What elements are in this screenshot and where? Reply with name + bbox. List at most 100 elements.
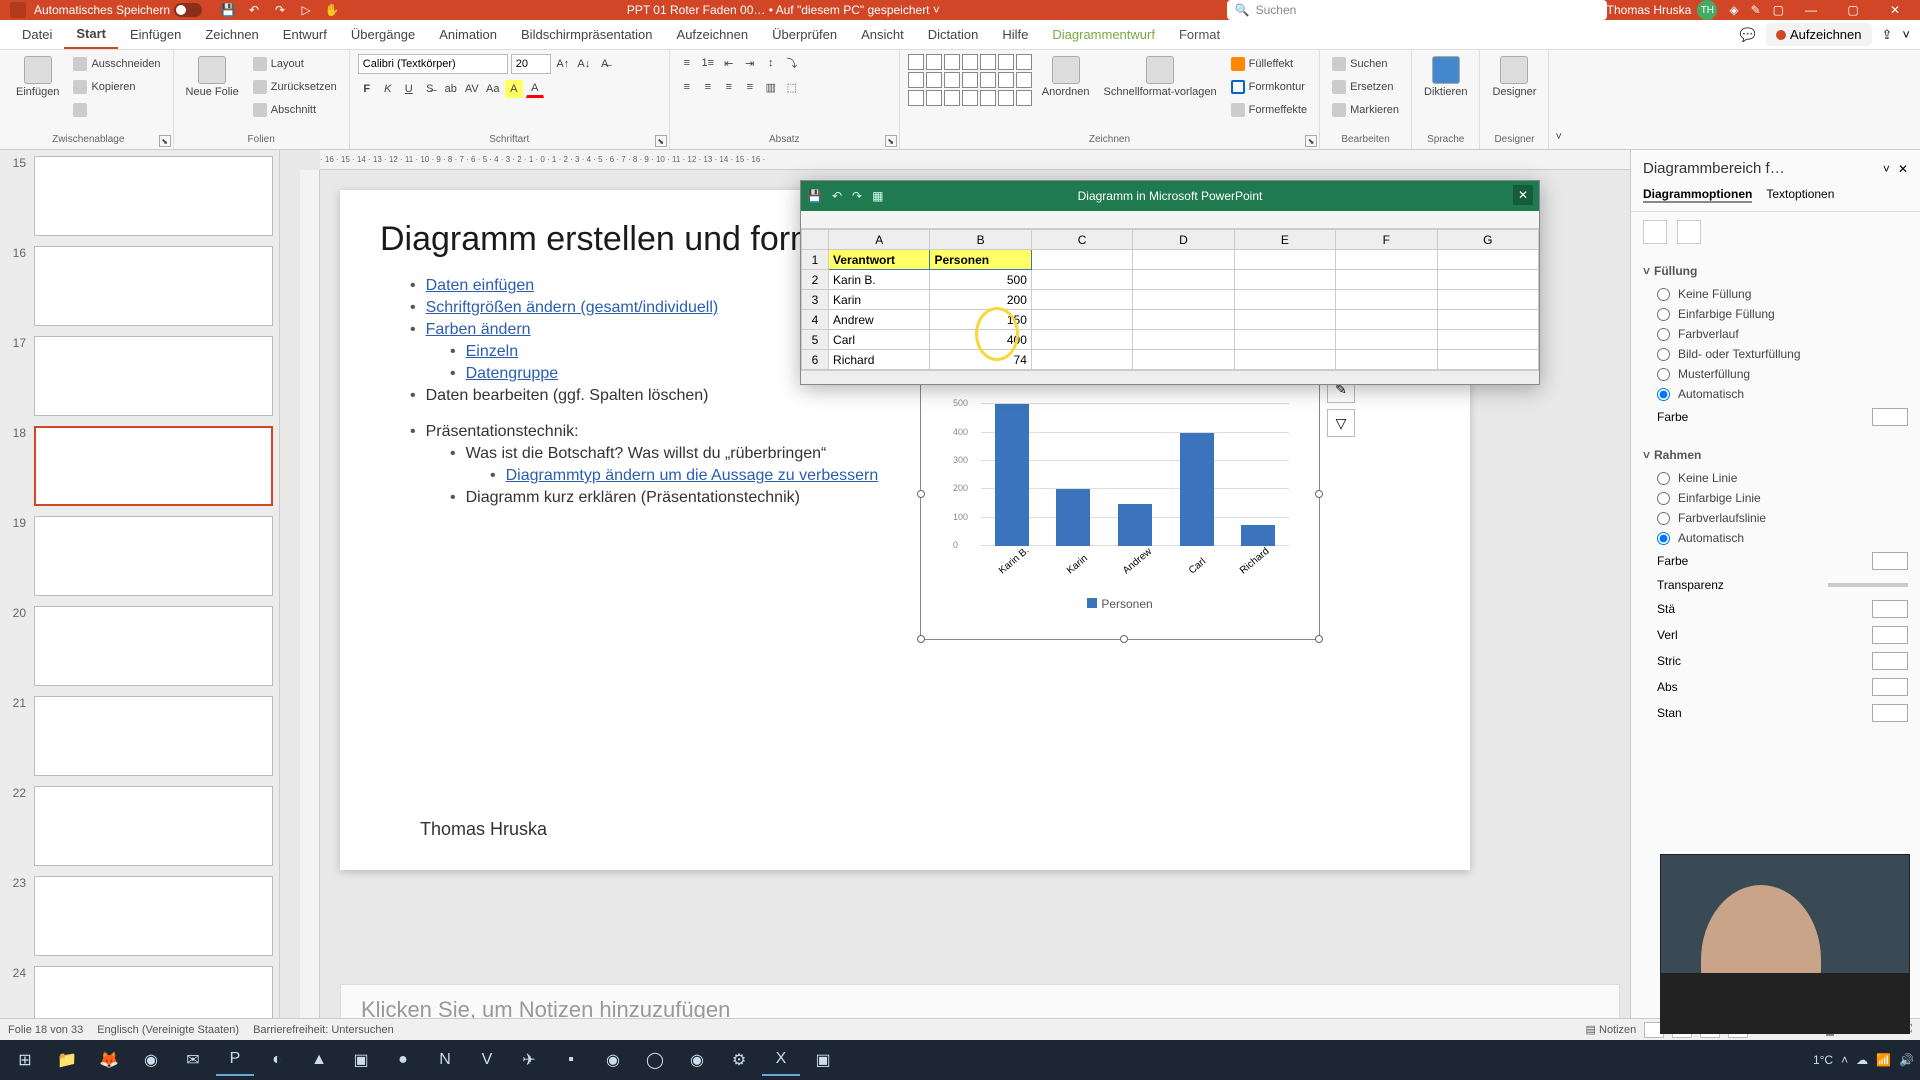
tab-animation[interactable]: Animation [427,21,509,48]
dialog-launcher[interactable]: ⬊ [1305,135,1317,147]
reset-button[interactable]: Zurücksetzen [249,77,341,97]
chart-bar[interactable] [1118,504,1152,547]
clear-format-icon[interactable]: A̶ [596,55,614,73]
app-icon[interactable]: ▣ [804,1044,842,1076]
shrink-font-icon[interactable]: A↓ [575,55,593,73]
autosave-toggle[interactable]: Automatisches Speichern [34,3,202,17]
new-slide-button[interactable]: Neue Folie [182,54,243,100]
smartart-icon[interactable]: ⬚ [783,78,801,96]
linespacing-icon[interactable]: ↕ [762,54,780,72]
italic-button[interactable]: K [379,80,397,98]
border-property[interactable]: Stä [1643,596,1908,622]
tray-onedrive-icon[interactable]: ☁ [1856,1053,1868,1067]
collapse-icon[interactable]: ˅ [1549,125,1567,149]
tab-bildschirm[interactable]: Bildschirmpräsentation [509,21,665,48]
collapse-ribbon-icon[interactable]: ˅ [1902,27,1910,42]
align-left-icon[interactable]: ≡ [678,78,696,96]
ds-redo-icon[interactable]: ↷ [852,189,862,203]
ds-undo-icon[interactable]: ↶ [832,189,842,203]
app-icon[interactable]: ◯ [636,1044,674,1076]
tray-wifi-icon[interactable]: 📶 [1876,1053,1891,1067]
designer-button[interactable]: Designer [1488,54,1540,100]
shape-fill-button[interactable]: Fülleffekt [1227,54,1312,74]
shadow-button[interactable]: ab [442,80,460,98]
chart-bar[interactable] [1056,489,1090,546]
weather-widget[interactable]: 1°C [1813,1053,1833,1067]
fill-option[interactable]: Automatisch [1643,384,1908,404]
onenote-icon[interactable]: N [426,1044,464,1076]
window-icon[interactable]: ▢ [1773,3,1784,17]
border-option[interactable]: Automatisch [1643,528,1908,548]
app-icon[interactable]: ▪ [552,1044,590,1076]
status-accessibility[interactable]: Barrierefreiheit: Untersuchen [253,1024,394,1036]
dialog-launcher[interactable]: ⬊ [655,135,667,147]
link-datengruppe[interactable]: Datengruppe [466,365,559,383]
arrange-button[interactable]: Anordnen [1038,54,1094,100]
link-farben[interactable]: Farben ändern [426,321,531,339]
border-property[interactable]: Abs [1643,674,1908,700]
pen-icon[interactable]: ✎ [1751,3,1761,17]
app-icon[interactable]: ◉ [678,1044,716,1076]
record-button[interactable]: Aufzeichnen [1766,23,1872,46]
columns-icon[interactable]: ▥ [762,78,780,96]
datasheet-grid[interactable]: AB CD EF G 1VerantwortPersonen 2Karin B.… [801,229,1539,370]
tab-uebergaenge[interactable]: Übergänge [339,21,427,48]
chart-filter-icon[interactable]: ▽ [1327,409,1355,437]
chart-datasheet-window[interactable]: 💾 ↶ ↷ ▦ Diagramm in Microsoft PowerPoint… [800,180,1540,385]
tab-aufzeichnen[interactable]: Aufzeichnen [665,21,761,48]
notes-toggle[interactable]: ▤ Notizen [1586,1023,1637,1036]
bold-button[interactable]: F [358,80,376,98]
telegram-icon[interactable]: ✈ [510,1044,548,1076]
font-name-select[interactable] [358,54,508,74]
chart-legend[interactable]: Personen [921,597,1319,611]
border-property[interactable]: Stric [1643,648,1908,674]
tab-ueberpruefen[interactable]: Überprüfen [760,21,849,48]
powerpoint-icon[interactable]: P [216,1044,254,1076]
justify-icon[interactable]: ≡ [741,78,759,96]
section-button[interactable]: Abschnitt [249,100,341,120]
tab-zeichnen[interactable]: Zeichnen [193,21,270,48]
fill-option[interactable]: Keine Füllung [1643,284,1908,304]
text-direction-icon[interactable]: ⤵ [783,54,801,72]
link-daten[interactable]: Daten einfügen [426,277,535,295]
align-right-icon[interactable]: ≡ [720,78,738,96]
app-icon[interactable]: ● [384,1044,422,1076]
firefox-icon[interactable]: 🦊 [90,1044,128,1076]
effects-icon[interactable] [1677,220,1701,244]
pane-close-icon[interactable]: ✕ [1898,162,1908,176]
datasheet-scrollbar[interactable] [801,370,1539,384]
border-color-picker[interactable] [1872,552,1908,570]
app-icon[interactable]: ▣ [342,1044,380,1076]
pane-dropdown-icon[interactable]: ˅ [1883,162,1890,176]
strike-button[interactable]: S̶ [421,80,439,98]
font-color-button[interactable]: A [526,80,544,98]
fill-option[interactable]: Einfarbige Füllung [1643,304,1908,324]
find-button[interactable]: Suchen [1328,54,1403,74]
tab-start[interactable]: Start [64,20,118,49]
tab-diagrammentwurf[interactable]: Diagrammentwurf [1040,21,1167,48]
explorer-icon[interactable]: 📁 [48,1044,86,1076]
link-einzeln[interactable]: Einzeln [466,343,518,361]
link-schrift[interactable]: Schriftgrößen ändern (gesamt/individuell… [426,299,719,317]
save-icon[interactable]: 💾 [220,2,236,18]
datasheet-close-button[interactable]: ✕ [1513,185,1533,205]
cut-button[interactable]: Ausschneiden [69,54,164,74]
fill-option[interactable]: Farbverlauf [1643,324,1908,344]
undo-icon[interactable]: ↶ [246,2,262,18]
chart-bar[interactable] [995,404,1029,546]
tray-chevron-icon[interactable]: ˄ [1841,1053,1848,1067]
select-button[interactable]: Markieren [1328,100,1403,120]
shape-effects-button[interactable]: Formeffekte [1227,100,1312,120]
shapes-gallery[interactable] [908,54,1032,106]
highlight-button[interactable]: A [505,80,523,98]
shape-outline-button[interactable]: Formkontur [1227,77,1312,97]
tab-datei[interactable]: Datei [10,21,64,48]
paste-button[interactable]: Einfügen [12,54,63,100]
format-painter[interactable] [69,100,164,120]
ds-save-icon[interactable]: 💾 [807,189,822,203]
account-button[interactable]: Thomas Hruska TH [1607,0,1718,20]
link-diagrammtyp[interactable]: Diagrammtyp ändern um die Aussage zu ver… [506,467,879,485]
dictate-button[interactable]: Diktieren [1420,54,1471,100]
tab-dictation[interactable]: Dictation [916,21,991,48]
from-beginning-icon[interactable]: ▷ [298,2,314,18]
